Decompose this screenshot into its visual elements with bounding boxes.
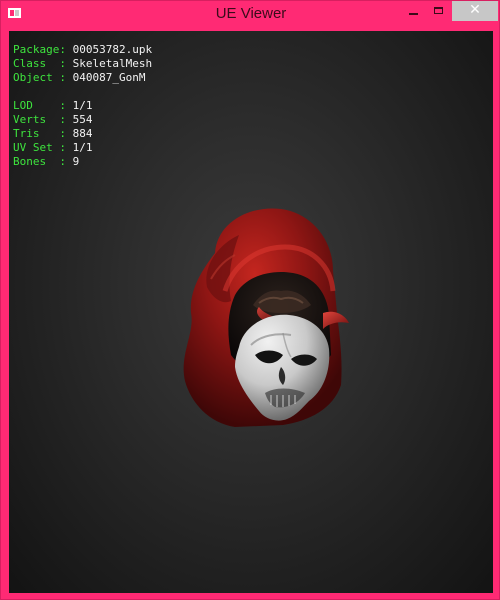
info-value: 1/1	[72, 141, 93, 154]
mesh-viewport[interactable]: Package: 00053782.upk Class : SkeletalMe…	[9, 31, 493, 593]
window-controls: ✕	[400, 1, 498, 23]
info-row-object: Object : 040087_GonM	[13, 71, 152, 85]
info-value: 9	[72, 155, 80, 168]
info-row-lod: LOD : 1/1	[13, 99, 152, 113]
maximize-icon	[434, 7, 443, 14]
info-label: Class :	[13, 57, 73, 70]
info-label: LOD :	[13, 99, 73, 112]
app-icon[interactable]	[8, 8, 21, 18]
info-value: 040087_GonM	[72, 71, 146, 84]
maximize-button[interactable]	[426, 1, 452, 21]
info-value: 554	[72, 113, 93, 126]
hooded-skull-mesh-icon[interactable]	[173, 195, 363, 435]
info-label: Object :	[13, 71, 73, 84]
title-bar[interactable]: UE Viewer ✕	[1, 1, 500, 27]
info-row-uv-set: UV Set : 1/1	[13, 141, 152, 155]
info-row-package: Package: 00053782.upk	[13, 43, 152, 57]
minimize-button[interactable]	[400, 1, 426, 21]
info-label: Tris :	[13, 127, 73, 140]
info-row-class: Class : SkeletalMesh	[13, 57, 152, 71]
info-row-tris: Tris : 884	[13, 127, 152, 141]
info-value: SkeletalMesh	[72, 57, 153, 70]
info-row-verts: Verts : 554	[13, 113, 152, 127]
info-label: UV Set :	[13, 141, 73, 154]
close-button[interactable]: ✕	[452, 1, 498, 21]
info-value: 00053782.upk	[72, 43, 153, 56]
info-label: Bones :	[13, 155, 73, 168]
minimize-icon	[409, 13, 418, 15]
info-label: Verts :	[13, 113, 73, 126]
info-label: Package:	[13, 43, 73, 56]
info-row-bones: Bones : 9	[13, 155, 152, 169]
info-value: 1/1	[72, 99, 93, 112]
close-icon: ✕	[469, 2, 481, 18]
mesh-info-overlay: Package: 00053782.upk Class : SkeletalMe…	[13, 43, 152, 169]
info-value: 884	[72, 127, 93, 140]
ue-viewer-window: UE Viewer ✕ Package: 00053782.upk Class …	[0, 0, 500, 600]
